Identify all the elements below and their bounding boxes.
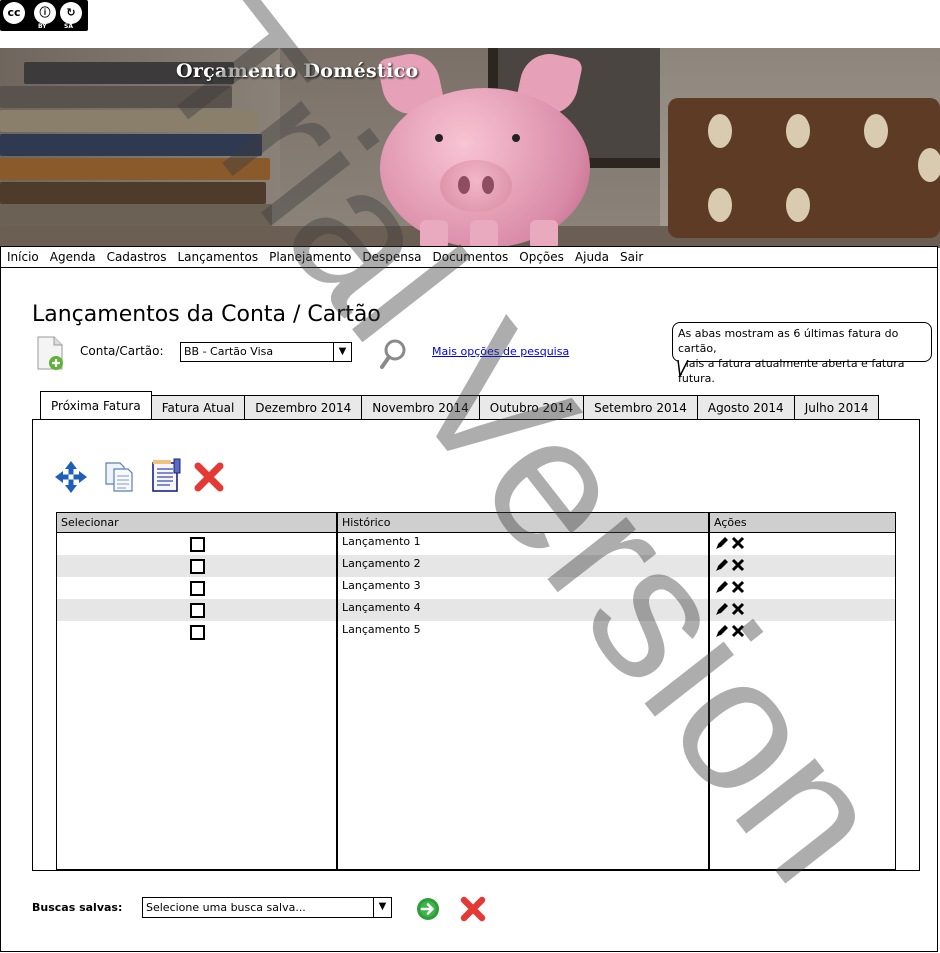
tab-proxima-fatura[interactable]: Próxima Fatura [40,391,152,420]
row-historico: Lançamento 5 [342,623,421,636]
row-historico: Lançamento 1 [342,535,421,548]
tab-agosto-2014[interactable]: Agosto 2014 [696,395,795,420]
delete-icon[interactable] [731,580,745,594]
cc-icon: cc [3,2,25,24]
menu-item-agenda[interactable]: Agenda [50,250,96,264]
page-title: Lançamentos da Conta / Cartão [32,302,381,327]
move-icon[interactable] [54,460,88,494]
menu-item-planejamento[interactable]: Planejamento [269,250,351,264]
new-entry-icon[interactable] [36,336,64,370]
tab-julho-2014[interactable]: Julho 2014 [793,395,880,420]
callout-tail [677,360,689,378]
copy-icon[interactable] [102,460,136,494]
delete-icon[interactable] [731,602,745,616]
edit-icon[interactable] [715,536,729,550]
delete-icon[interactable] [731,624,745,638]
column-header-historico[interactable]: Histórico [338,513,390,531]
account-select[interactable]: BB - Cartão Visa ▼ [180,342,352,362]
row-historico: Lançamento 2 [342,557,421,570]
run-search-button[interactable] [416,897,440,921]
edit-icon[interactable] [715,558,729,572]
callout-line-1: As abas mostram as 6 últimas fatura do c… [678,327,899,355]
invoice-tabs: Próxima Fatura Fatura Atual Dezembro 201… [40,391,880,420]
menu-item-inicio[interactable]: Início [7,250,39,264]
chevron-down-icon[interactable]: ▼ [373,898,391,917]
row-checkbox[interactable] [190,625,205,640]
saved-searches-select[interactable]: Selecione uma busca salva... ▼ [142,897,392,918]
tab-novembro-2014[interactable]: Novembro 2014 [361,395,480,420]
sa-icon: ↻ [60,2,82,24]
edit-icon[interactable] [715,624,729,638]
table-row[interactable]: Lançamento 3 [57,577,895,599]
menu-item-sair[interactable]: Sair [620,250,643,264]
menu-item-documentos[interactable]: Documentos [433,250,509,264]
saved-searches-placeholder: Selecione uma busca salva... [146,901,306,914]
row-historico: Lançamento 3 [342,579,421,592]
row-checkbox[interactable] [190,581,205,596]
main-menu: Início Agenda Cadastros Lançamentos Plan… [0,246,938,268]
edit-icon[interactable] [715,580,729,594]
table-row[interactable]: Lançamento 4 [57,599,895,621]
row-checkbox[interactable] [190,559,205,574]
menu-item-despensa[interactable]: Despensa [362,250,421,264]
column-divider [708,513,710,869]
tab-fatura-atual[interactable]: Fatura Atual [150,395,246,420]
row-historico: Lançamento 4 [342,601,421,614]
delete-icon[interactable] [731,536,745,550]
chevron-down-icon[interactable]: ▼ [333,343,351,361]
table-row[interactable]: Lançamento 1 [57,533,895,555]
column-header-acoes[interactable]: Ações [710,513,747,531]
menu-item-lancamentos[interactable]: Lançamentos [178,250,259,264]
delete-icon[interactable] [731,558,745,572]
search-icon[interactable] [378,338,408,370]
saved-searches-label: Buscas salvas: [32,901,123,914]
report-icon[interactable] [150,458,184,492]
menu-item-opcoes[interactable]: Opções [519,250,564,264]
table-row[interactable]: Lançamento 5 [57,621,895,643]
row-checkbox[interactable] [190,603,205,618]
entries-table: Selecionar Histórico Ações Lançamento 1 … [56,512,896,870]
edit-icon[interactable] [715,602,729,616]
tab-outubro-2014[interactable]: Outubro 2014 [478,395,585,420]
header-banner: Orçamento Doméstico [0,48,940,248]
table-header: Selecionar Histórico Ações [57,513,895,533]
delete-icon[interactable] [192,460,226,494]
tab-setembro-2014[interactable]: Setembro 2014 [583,395,698,420]
account-select-value: BB - Cartão Visa [184,345,274,358]
table-row[interactable]: Lançamento 2 [57,555,895,577]
menu-item-cadastros[interactable]: Cadastros [107,250,167,264]
column-header-selecionar[interactable]: Selecionar [57,513,119,531]
by-icon: ⓘ [34,2,56,24]
app-title: Orçamento Doméstico [176,60,419,82]
row-checkbox[interactable] [190,537,205,552]
column-divider [336,513,338,869]
more-search-options-link[interactable]: Mais opções de pesquisa [432,345,569,358]
license-badge: cc ⓘ ↻ BY SA [0,0,88,31]
menu-item-ajuda[interactable]: Ajuda [575,250,609,264]
by-label: BY [38,23,47,30]
sa-label: SA [64,23,73,30]
callout-line-2: mais a fatura atualmente aberta e fatura… [678,357,905,385]
tab-dezembro-2014[interactable]: Dezembro 2014 [244,395,363,420]
delete-saved-search-button[interactable] [459,895,487,923]
account-label: Conta/Cartão: [80,344,164,358]
tabs-info-callout: As abas mostram as 6 últimas fatura do c… [672,322,932,385]
